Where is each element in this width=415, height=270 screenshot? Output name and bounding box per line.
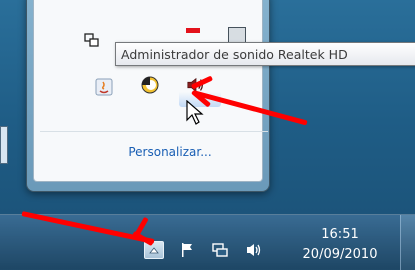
java-icon[interactable] bbox=[94, 77, 114, 97]
left-window-edge bbox=[0, 126, 8, 164]
mouse-cursor-icon bbox=[186, 100, 204, 125]
popup-content: Personalizar... bbox=[33, 0, 268, 182]
clock[interactable]: 16:51 20/09/2010 bbox=[290, 225, 390, 265]
show-desktop-button[interactable] bbox=[400, 215, 415, 270]
customize-link[interactable]: Personalizar... bbox=[70, 143, 270, 161]
speaker-tooltip: Administrador de sonido Realtek HD bbox=[115, 42, 415, 66]
network-icon[interactable] bbox=[82, 31, 102, 51]
red-app-icon[interactable] bbox=[186, 28, 200, 33]
dark-app-icon[interactable] bbox=[228, 27, 246, 43]
clock-time: 16:51 bbox=[321, 227, 359, 242]
circle-app-icon[interactable] bbox=[140, 75, 160, 95]
popup-divider bbox=[40, 131, 268, 132]
notification-area-overflow-popup: Personalizar... bbox=[26, 0, 270, 192]
clock-date: 20/09/2010 bbox=[302, 247, 378, 262]
volume-icon[interactable] bbox=[244, 241, 264, 259]
network-icon[interactable] bbox=[210, 241, 230, 259]
action-center-flag-icon[interactable] bbox=[178, 241, 198, 259]
